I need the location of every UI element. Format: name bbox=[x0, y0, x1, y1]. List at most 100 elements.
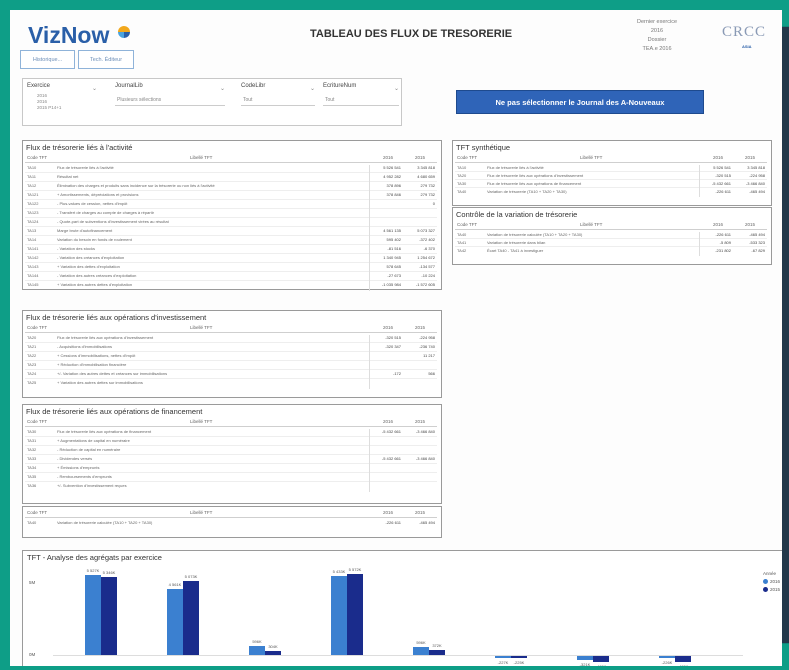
data-label: 5 346K bbox=[102, 570, 116, 576]
table-row: TA141 - Variation des stocks -81 516 -6 370 bbox=[23, 246, 437, 251]
cell-2016: -5 809 bbox=[719, 240, 731, 245]
section-controle: Contrôle de la variation de trésorerie Co… bbox=[452, 207, 772, 265]
cell-2015: 4 680 659 bbox=[417, 174, 435, 179]
list-item[interactable]: 2015 P14+1 bbox=[37, 105, 61, 111]
cell-code: TA30 bbox=[27, 429, 37, 434]
section-activite: Flux de trésorerie liés à l'activité Code… bbox=[22, 140, 442, 291]
cell-code: TA145 bbox=[27, 282, 39, 287]
cell-code: TA14 bbox=[27, 237, 37, 242]
table-row: TA13 Marge brute d'autofinancement 4 561 1… bbox=[23, 228, 437, 233]
historique-button[interactable]: Historique... bbox=[20, 50, 75, 69]
cell-2016: -5 432 661 bbox=[711, 181, 731, 186]
filter-exercice[interactable]: Exercice ⌄ 2016 2016 2015 P14+1 bbox=[27, 83, 97, 121]
divider bbox=[25, 332, 437, 333]
cell-2015: 3 345 818 bbox=[417, 165, 435, 170]
chart-bar-2016[interactable] bbox=[167, 588, 183, 655]
section-variation: Code TFT Libellé TFT 2016 2015 TA40 Variation… bbox=[22, 506, 442, 538]
chart-bar-2015[interactable] bbox=[101, 577, 117, 655]
filter-journal[interactable]: JournalLib ⌄ Plusieurs sélections bbox=[115, 83, 225, 121]
crcc-logo: CRCC bbox=[722, 24, 767, 40]
row-divider bbox=[25, 280, 437, 281]
col-header-2016: 2016 bbox=[713, 222, 724, 227]
row-divider bbox=[25, 244, 437, 245]
chart-legend: Année 2016 2015 bbox=[763, 571, 780, 592]
cell-libelle: Écart TA40 - TA41 à investiguer bbox=[487, 248, 544, 253]
divider bbox=[323, 105, 399, 106]
cell-libelle: Variation de trésorerie calculée (TA10 +… bbox=[487, 232, 583, 237]
cell-code: TA41 bbox=[457, 240, 467, 245]
chart-bar-2015[interactable] bbox=[183, 581, 199, 655]
table-row: TA10 Flux de trésorerie liés à l'activité… bbox=[453, 165, 767, 170]
col-divider bbox=[369, 165, 370, 291]
chart-bar-2016[interactable] bbox=[331, 576, 347, 655]
cell-code: TA22 bbox=[27, 353, 37, 358]
report-page: VizNow TABLEAU DES FLUX DE TRESORERIE De… bbox=[10, 10, 782, 666]
cell-2016: -226 611 bbox=[715, 232, 732, 237]
tech-editeur-button[interactable]: Tech. Éditeur bbox=[78, 50, 134, 69]
cell-2015: 0 bbox=[432, 201, 435, 206]
cell-code: TA40 bbox=[27, 520, 37, 525]
col-header-libelle: Libellé TFT bbox=[190, 510, 213, 515]
chevron-down-icon[interactable]: ⌄ bbox=[220, 85, 225, 92]
table-row: TA31 + Augmentations de capital en numéra… bbox=[23, 438, 437, 443]
crcc-logo-sub: ASIA bbox=[742, 44, 752, 49]
chart-bar-2015[interactable] bbox=[593, 655, 609, 662]
divider bbox=[455, 229, 767, 230]
row-divider bbox=[25, 378, 437, 379]
cell-code: TA20 bbox=[27, 335, 37, 340]
table-row: TA20 Flux de trésorerie liés aux opératio… bbox=[453, 173, 767, 178]
col-header-libelle: Libellé TFT bbox=[190, 325, 213, 330]
cell-libelle: + Amortissements, dépréciations et provi… bbox=[57, 192, 139, 197]
row-divider bbox=[455, 238, 767, 239]
cell-libelle: Variation du besoin en fonds de roulemen… bbox=[57, 237, 132, 242]
cell-code: TA24 bbox=[27, 371, 37, 376]
chevron-down-icon[interactable]: ⌄ bbox=[310, 85, 315, 92]
legend-item-2015[interactable]: 2015 bbox=[763, 587, 780, 592]
chart-bar-2016[interactable] bbox=[85, 574, 101, 655]
table-row: TA22 + Cessions d'immobilisations, nettes… bbox=[23, 353, 437, 358]
aggregates-chart: TFT - Analyse des agrégats par exercice … bbox=[22, 550, 782, 666]
filter-label: Exercice bbox=[27, 83, 51, 89]
legend-label: 2016 bbox=[770, 579, 781, 584]
cell-libelle: + Émissions d'emprunts bbox=[57, 465, 100, 470]
data-label: 372K bbox=[432, 642, 442, 648]
cell-2015: -533 323 bbox=[749, 240, 765, 245]
chevron-down-icon[interactable]: ⌄ bbox=[92, 85, 97, 92]
filter-ecriture[interactable]: EcritureNum ⌄ Tout bbox=[323, 83, 399, 121]
cell-code: TA12 bbox=[27, 183, 37, 188]
cell-libelle: +/- Subvention d'investissement reçues bbox=[57, 483, 127, 488]
table-row: TA40 Variation de trésorerie calculée (TA… bbox=[23, 520, 437, 525]
row-divider bbox=[25, 226, 437, 227]
cell-2015: 566 bbox=[428, 371, 435, 376]
exercice-list[interactable]: 2016 2016 2015 P14+1 bbox=[37, 93, 61, 111]
table-row: TA24 +/- Variation des autres dettes et c… bbox=[23, 371, 437, 376]
row-divider bbox=[25, 190, 437, 191]
legend-swatch bbox=[763, 579, 768, 584]
chevron-down-icon[interactable]: ⌄ bbox=[394, 85, 399, 92]
meta-line: Dernier exercice bbox=[636, 19, 678, 25]
table-row: TA142 - Variation des créances d'exploita… bbox=[23, 255, 437, 260]
cell-code: TA123 bbox=[27, 210, 39, 215]
col-divider bbox=[369, 429, 370, 492]
journal-warning-button[interactable]: Ne pas sélectionner le Journal des A-Nou… bbox=[456, 90, 704, 114]
table-row: TA14 Variation du besoin en fonds de roul… bbox=[23, 237, 437, 242]
filter-label: JournalLib bbox=[115, 83, 143, 89]
cell-libelle: + Cessions d'immobilisations, nettes d'i… bbox=[57, 353, 136, 358]
divider bbox=[25, 517, 437, 518]
filter-codelibr[interactable]: CodeLibr ⌄ Tout bbox=[241, 83, 315, 121]
col-divider bbox=[369, 335, 370, 389]
col-header-2016: 2016 bbox=[383, 419, 394, 424]
cell-libelle: Flux de trésorerie liés aux opérations d… bbox=[487, 181, 582, 186]
chart-bar-2016[interactable] bbox=[413, 646, 429, 655]
legend-item-2016[interactable]: 2016 bbox=[763, 579, 780, 584]
row-divider bbox=[25, 253, 437, 254]
table-row: TA124 - Quote-part de subventions d'inves… bbox=[23, 219, 437, 224]
table-row: TA121 + Amortissements, dépréciations et … bbox=[23, 192, 437, 197]
chart-bar-2015[interactable] bbox=[347, 574, 363, 655]
chart-bar-2015[interactable] bbox=[675, 655, 691, 662]
section-title: TFT synthétique bbox=[456, 143, 511, 152]
cell-2015: -465 494 bbox=[419, 520, 435, 525]
cell-2016: -5 432 661 bbox=[381, 456, 401, 461]
row-divider bbox=[25, 342, 437, 343]
row-divider bbox=[25, 463, 437, 464]
